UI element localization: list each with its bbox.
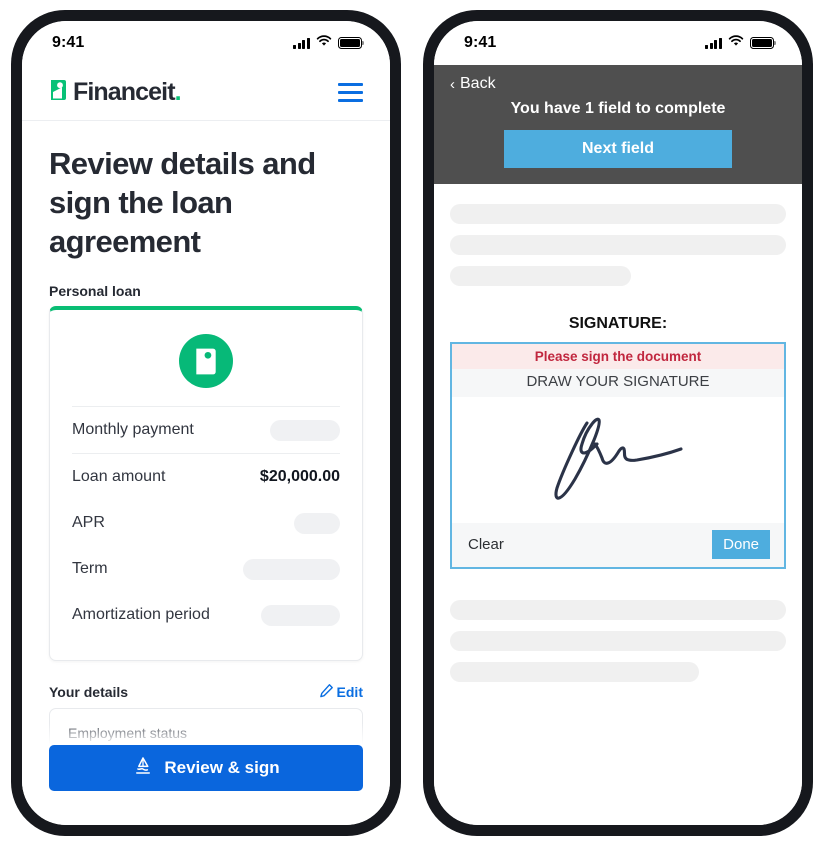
table-row: Monthly payment <box>72 406 340 453</box>
financeit-tag-logo-icon <box>49 78 68 107</box>
phone-left: 9:41 Financeit. Review details and sign … <box>11 10 401 836</box>
your-details-title: Your details <box>49 684 129 701</box>
document-text-placeholder <box>450 599 786 620</box>
signature-heading: SIGNATURE: <box>568 314 668 332</box>
left-content-scroll[interactable]: Review details and sign the loan agreeme… <box>22 121 390 745</box>
signature-canvas[interactable] <box>452 396 784 523</box>
document-toolbar: ‹ Back You have 1 field to complete Next… <box>434 65 802 184</box>
cellular-signal-icon <box>705 37 722 49</box>
phone-right-screen: 9:41 ‹ Back You have 1 field to complete… <box>434 21 802 825</box>
app-bar: Financeit. <box>22 65 390 121</box>
field-label: Employment status <box>68 725 188 742</box>
signature-field[interactable]: Please sign the document DRAW YOUR SIGNA… <box>450 341 786 569</box>
status-icons <box>705 34 777 52</box>
wifi-icon <box>316 34 332 52</box>
row-value-masked <box>294 512 340 534</box>
wifi-icon <box>728 34 744 52</box>
row-value-masked <box>270 419 340 441</box>
brand-name: Financeit. <box>73 78 182 106</box>
your-details-card: Employment status Employer name <box>49 708 363 745</box>
row-value: $20,000.00 <box>259 468 340 486</box>
row-key: Amortization period <box>72 606 210 624</box>
clear-signature-button[interactable]: Clear <box>468 536 504 553</box>
row-key: Term <box>72 560 108 578</box>
document-body[interactable]: SIGNATURE: Please sign the document DRAW… <box>434 183 802 825</box>
fields-remaining-message: You have 1 field to complete <box>510 99 726 117</box>
status-bar-right: 9:41 <box>434 21 802 65</box>
back-label: Back <box>460 75 496 92</box>
signature-instruction: DRAW YOUR SIGNATURE <box>452 368 784 397</box>
table-row: APR <box>72 500 340 546</box>
financeit-logo[interactable]: Financeit. <box>49 78 182 107</box>
cta-label: Review & sign <box>164 758 280 777</box>
phone-right: 9:41 ‹ Back You have 1 field to complete… <box>423 10 813 836</box>
document-text-placeholder <box>450 661 699 682</box>
document-text-placeholder <box>450 234 786 255</box>
document-text-placeholder <box>450 265 632 286</box>
cellular-signal-icon <box>293 37 310 49</box>
status-time: 9:41 <box>464 34 497 51</box>
battery-full-icon <box>750 37 777 49</box>
row-key: APR <box>72 514 105 532</box>
two-phone-mockup: 9:41 Financeit. Review details and sign … <box>0 0 824 846</box>
signature-pen-icon <box>132 755 154 782</box>
financeit-tag-icon <box>179 334 233 389</box>
your-details-header: Your details Edit <box>49 683 363 701</box>
chevron-left-icon: ‹ <box>450 75 455 93</box>
edit-details-button[interactable]: Edit <box>319 683 363 701</box>
phone-left-screen: 9:41 Financeit. Review details and sign … <box>22 21 390 825</box>
status-bar-left: 9:41 <box>22 21 390 65</box>
review-and-sign-button[interactable]: Review & sign <box>49 745 363 791</box>
list-item: Employment status <box>68 713 344 745</box>
pencil-edit-icon <box>319 683 334 701</box>
status-icons <box>293 34 365 52</box>
cta-footer: Review & sign <box>22 723 390 825</box>
signature-actions: Clear Done <box>452 522 784 567</box>
loan-summary-card: Monthly payment Loan amount $20,000.00 A… <box>49 306 363 662</box>
row-value-masked <box>243 558 340 580</box>
row-key: Loan amount <box>72 468 166 486</box>
table-row: Term <box>72 546 340 592</box>
next-field-button[interactable]: Next field <box>504 129 732 168</box>
edit-label: Edit <box>336 684 363 701</box>
table-row: Loan amount $20,000.00 <box>72 453 340 500</box>
loan-section-label: Personal loan <box>49 283 141 300</box>
status-time: 9:41 <box>52 34 85 51</box>
back-button[interactable]: ‹ Back <box>450 75 496 93</box>
document-tail-placeholders <box>450 599 786 682</box>
row-key: Monthly payment <box>72 421 194 439</box>
document-text-placeholder <box>450 630 786 651</box>
handwritten-signature-mark <box>554 417 683 500</box>
done-signature-button[interactable]: Done <box>712 530 770 559</box>
signature-alert: Please sign the document <box>452 343 784 369</box>
hamburger-menu-icon[interactable] <box>338 79 363 106</box>
battery-full-icon <box>338 37 365 49</box>
table-row: Amortization period <box>72 592 340 638</box>
row-value-masked <box>261 604 340 626</box>
document-text-placeholder <box>450 203 786 224</box>
page-title: Review details and sign the loan agreeme… <box>49 146 316 259</box>
